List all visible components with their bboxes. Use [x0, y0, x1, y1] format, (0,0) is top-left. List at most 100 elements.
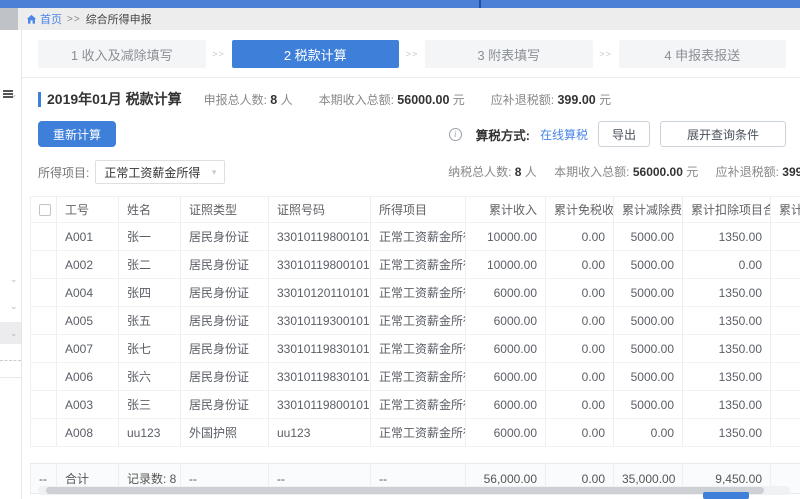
table-cell: 0.00 [546, 279, 614, 307]
horizontal-scrollbar-track[interactable] [38, 486, 790, 495]
table-cell: 0.00 [546, 307, 614, 335]
table-cell [771, 279, 800, 307]
step-submit-declaration[interactable]: 4 申报表报送 [619, 40, 787, 68]
summary-total-income: 本期收入总额: 56000.00 元 [554, 165, 701, 179]
table-row[interactable]: A006张六居民身份证330101198301010056正常工资薪金所得600… [31, 363, 800, 391]
export-button[interactable]: 导出 [598, 121, 650, 147]
table-row[interactable]: A002张二居民身份证330101198001010038正常工资薪金所得100… [31, 251, 800, 279]
table-cell: 0.00 [614, 419, 683, 447]
table-cell: 张二 [119, 251, 181, 279]
table-cell: 330101198001010054 [269, 391, 371, 419]
table-row[interactable]: A008uu123外国护照uu123正常工资薪金所得6000.000.000.0… [31, 419, 800, 447]
table-cell: 0.00 [546, 223, 614, 251]
table-cell [771, 223, 800, 251]
table-cell: 居民身份证 [181, 279, 269, 307]
row-select-cell [31, 223, 57, 251]
table-cell: 居民身份证 [181, 307, 269, 335]
step-tax-calculation[interactable]: 2 税款计算 [232, 40, 400, 68]
breadcrumb-corner-block [0, 8, 18, 30]
expand-query-button[interactable]: 展开查询条件 [660, 121, 786, 147]
summary-tax-due: 应补退税额: 399.00 [716, 165, 800, 179]
stat-total-income: 本期收入总额: 56000.00 元 [319, 91, 465, 108]
column-header: 累计收入 [466, 197, 546, 223]
info-icon: i [449, 128, 462, 141]
filter-row: 所得项目: 正常工资薪金所得 ▾ 纳税总人数: 8 人 本期收入总额: 5600… [38, 160, 800, 184]
table-cell: 5000.00 [614, 335, 683, 363]
income-item-label: 所得项目: [38, 164, 89, 181]
table-cell: A008 [57, 419, 119, 447]
sidebar-dashed-divider [0, 360, 21, 361]
table-row[interactable]: A007张七居民身份证330101198301010072正常工资薪金所得600… [31, 335, 800, 363]
recalculate-button[interactable]: 重新计算 [38, 121, 116, 147]
table-cell: 正常工资薪金所得 [371, 419, 466, 447]
table-cell: uu123 [119, 419, 181, 447]
table-cell: 330101201101010056 [269, 279, 371, 307]
chevron-down-icon: ⌄ [10, 275, 18, 284]
row-select-cell [31, 419, 57, 447]
table-row[interactable]: A003张三居民身份证330101198001010054正常工资薪金所得600… [31, 391, 800, 419]
title-row: 2019年01月 税款计算 申报总人数: 8 人 本期收入总额: 56000.0… [38, 89, 786, 109]
step-income-fill[interactable]: 1 收入及减除填写 [38, 40, 206, 68]
table-cell: A006 [57, 363, 119, 391]
breadcrumb-separator: >> [67, 14, 81, 25]
summary-taxpayers: 纳税总人数: 8 人 [448, 165, 540, 179]
table-cell: 5000.00 [614, 251, 683, 279]
table-cell [771, 251, 800, 279]
table-row[interactable]: A001张一居民身份证330101198001010011正常工资薪金所得100… [31, 223, 800, 251]
income-item-select[interactable]: 正常工资薪金所得 ▾ [95, 160, 225, 184]
table-cell: 张六 [119, 363, 181, 391]
table-cell: 居民身份证 [181, 391, 269, 419]
select-all-checkbox[interactable] [39, 204, 51, 216]
breadcrumb: 首页 >> 综合所得申报 [0, 8, 800, 30]
collapsed-sidebar: ⌄ ⌄ ⌄ ⌄ [0, 30, 22, 499]
row-select-cell [31, 251, 57, 279]
table-cell [771, 391, 800, 419]
column-header: 累计减除费用 [614, 197, 683, 223]
table-cell: 330101193001010051 [269, 307, 371, 335]
table-cell: 张五 [119, 307, 181, 335]
table-cell: 6000.00 [466, 307, 546, 335]
chevron-down-icon: ▾ [212, 167, 217, 178]
chevron-down-icon: ⌄ [10, 329, 18, 338]
table-cell: 330101198301010072 [269, 335, 371, 363]
column-header: 累计扣除项目合计 [683, 197, 771, 223]
page-title: 2019年01月 税款计算 [47, 89, 182, 109]
table-cell [771, 363, 800, 391]
row-select-cell [31, 307, 57, 335]
chevron-down-icon: ⌄ [10, 302, 18, 311]
table-row[interactable]: A005张五居民身份证330101193001010051正常工资薪金所得600… [31, 307, 800, 335]
table-cell: 330101198301010056 [269, 363, 371, 391]
table-cell: 正常工资薪金所得 [371, 307, 466, 335]
tax-table-container: 工号姓名证照类型证照号码所得项目累计收入累计免税收入累计减除费用累计扣除项目合计… [30, 196, 800, 494]
column-header: 累计免税收入 [546, 197, 614, 223]
table-cell: 0.00 [546, 363, 614, 391]
table-cell: 6000.00 [466, 279, 546, 307]
table-cell: 1350.00 [683, 391, 771, 419]
table-cell: 居民身份证 [181, 335, 269, 363]
breadcrumb-home-link[interactable]: 首页 [26, 11, 62, 27]
column-header: 所得项目 [371, 197, 466, 223]
title-accent-bar [38, 92, 41, 107]
table-cell: 张四 [119, 279, 181, 307]
table-cell: 张三 [119, 391, 181, 419]
horizontal-scrollbar-thumb[interactable] [46, 487, 764, 494]
calc-mode-value-link[interactable]: 在线算税 [540, 126, 588, 143]
table-cell: A002 [57, 251, 119, 279]
step-attached-forms[interactable]: 3 附表填写 [425, 40, 593, 68]
section-divider [22, 77, 800, 78]
table-cell: 5000.00 [614, 223, 683, 251]
table-spacer-row [31, 447, 800, 464]
stat-declared-people: 申报总人数: 8 人 [204, 91, 293, 108]
row-select-cell [31, 335, 57, 363]
row-select-cell [31, 279, 57, 307]
tax-table: 工号姓名证照类型证照号码所得项目累计收入累计免税收入累计减除费用累计扣除项目合计… [30, 196, 800, 494]
chevron-down-icon: ⌄ [10, 90, 18, 99]
table-row[interactable]: A004张四居民身份证330101201101010056正常工资薪金所得600… [31, 279, 800, 307]
table-cell: uu123 [269, 419, 371, 447]
browser-tab-divider [479, 0, 481, 8]
table-cell: 10000.00 [466, 251, 546, 279]
wizard-steps: 1 收入及减除填写 >> 2 税款计算 >> 3 附表填写 >> 4 申报表报送 [38, 40, 786, 68]
column-header: 工号 [57, 197, 119, 223]
table-cell: 330101198001010038 [269, 251, 371, 279]
table-cell: A003 [57, 391, 119, 419]
